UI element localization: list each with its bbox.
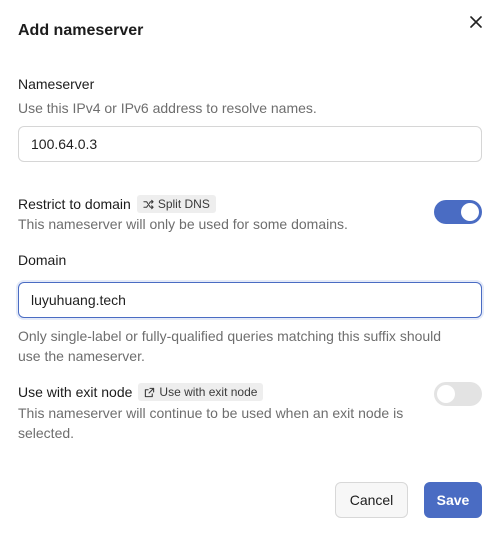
exit-node-help-line2: selected. bbox=[18, 425, 75, 441]
add-nameserver-dialog: Add nameserver Nameserver Use this IPv4 … bbox=[0, 0, 499, 535]
domain-input[interactable]: luyuhuang.tech bbox=[18, 282, 482, 318]
cancel-button[interactable]: Cancel bbox=[335, 482, 408, 518]
close-icon bbox=[470, 16, 482, 28]
toggle-knob bbox=[437, 385, 455, 403]
nameserver-input-value: 100.64.0.3 bbox=[31, 136, 98, 152]
domain-label: Domain bbox=[18, 252, 67, 268]
split-dns-badge: Split DNS bbox=[136, 195, 216, 213]
nameserver-help: Use this IPv4 or IPv6 address to resolve… bbox=[18, 100, 317, 116]
exit-node-toggle[interactable] bbox=[434, 382, 482, 406]
nameserver-input[interactable]: 100.64.0.3 bbox=[18, 126, 482, 162]
restrict-domain-label: Restrict to domain bbox=[18, 196, 131, 212]
exit-node-help-line1: This nameserver will continue to be used… bbox=[18, 405, 404, 421]
save-button[interactable]: Save bbox=[424, 482, 482, 518]
shuffle-icon bbox=[143, 199, 154, 209]
domain-help-line1: Only single-label or fully-qualified que… bbox=[18, 328, 442, 344]
restrict-domain-row: Restrict to domain Split DNS bbox=[18, 195, 216, 213]
domain-help-line2: use the nameserver. bbox=[18, 348, 145, 364]
close-button[interactable] bbox=[466, 12, 486, 32]
domain-input-value: luyuhuang.tech bbox=[31, 292, 126, 308]
exit-node-badge-label: Use with exit node bbox=[159, 385, 258, 399]
nameserver-label: Nameserver bbox=[18, 76, 95, 92]
exit-node-badge: Use with exit node bbox=[138, 383, 264, 401]
split-dns-badge-label: Split DNS bbox=[157, 197, 210, 211]
external-link-icon bbox=[145, 387, 155, 397]
toggle-knob bbox=[461, 203, 479, 221]
dialog-title: Add nameserver bbox=[18, 22, 144, 39]
exit-node-label: Use with exit node bbox=[18, 384, 133, 400]
restrict-domain-toggle[interactable] bbox=[434, 200, 482, 224]
restrict-domain-help: This nameserver will only be used for so… bbox=[18, 216, 348, 232]
exit-node-row: Use with exit node Use with exit node bbox=[18, 383, 264, 401]
